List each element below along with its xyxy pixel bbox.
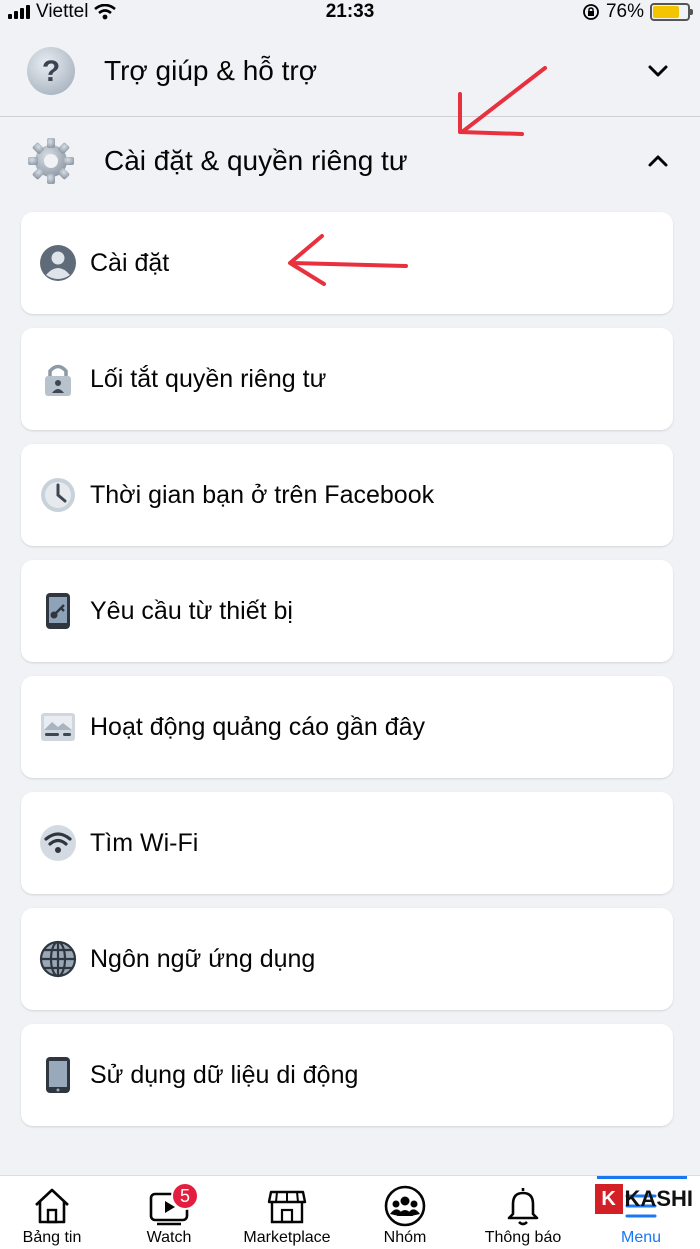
- menu-item-label: Ngôn ngữ ứng dụng: [90, 944, 316, 973]
- profile-icon: [40, 245, 76, 281]
- tab-label: Bảng tin: [22, 1229, 82, 1246]
- svg-text:?: ?: [42, 55, 60, 88]
- mobile-device-icon: [46, 1057, 70, 1093]
- clock-icon: [41, 478, 75, 512]
- chevron-up-icon[interactable]: [646, 149, 670, 173]
- tab-menu[interactable]: K KASHI Menu: [583, 1176, 699, 1249]
- kashi-watermark-logo: K KASHI: [594, 1184, 693, 1214]
- tab-groups[interactable]: Nhóm: [347, 1176, 463, 1249]
- phone-key-icon: [46, 593, 70, 629]
- section-settings-privacy[interactable]: Cài đặt & quyền riêng tư: [0, 117, 700, 205]
- menu-item-label: Tìm Wi-Fi: [90, 828, 199, 857]
- menu-item-settings[interactable]: Cài đặt: [21, 212, 673, 314]
- battery-icon: [650, 3, 693, 21]
- status-right: 76%: [582, 1, 693, 23]
- lock-icon: [45, 364, 71, 396]
- tab-label: Menu: [620, 1229, 662, 1246]
- watermark-letter: K: [594, 1184, 623, 1214]
- home-icon: [35, 1188, 69, 1224]
- menu-item-recent-ad-activity[interactable]: Hoạt động quảng cáo gần đây: [21, 676, 673, 778]
- tab-watch[interactable]: 5 Watch: [111, 1176, 227, 1249]
- gear-icon: [28, 138, 74, 184]
- tab-label: Marketplace: [243, 1229, 331, 1246]
- menu-item-privacy-shortcuts[interactable]: Lối tắt quyền riêng tư: [21, 328, 673, 430]
- tab-label: Nhóm: [383, 1229, 427, 1246]
- ad-activity-icon: [41, 713, 75, 741]
- tab-marketplace[interactable]: Marketplace: [229, 1176, 345, 1249]
- menu-item-label: Lối tắt quyền riêng tư: [90, 364, 327, 393]
- menu-item-mobile-data[interactable]: Sử dụng dữ liệu di động: [21, 1024, 673, 1126]
- section-help-support[interactable]: ? Trợ giúp & hỗ trợ: [0, 27, 700, 115]
- status-bar: Viettel 21:33 76%: [0, 0, 700, 26]
- tab-label: Watch: [146, 1229, 192, 1246]
- groups-icon: [384, 1185, 426, 1227]
- menu-item-label: Sử dụng dữ liệu di động: [90, 1060, 359, 1089]
- menu-item-label: Hoạt động quảng cáo gần đây: [90, 712, 425, 741]
- menu-item-app-language[interactable]: Ngôn ngữ ứng dụng: [21, 908, 673, 1010]
- bottom-tab-bar: Bảng tin 5 Watch Marketplace Nhóm Thông …: [0, 1175, 700, 1249]
- bell-icon: [507, 1188, 539, 1226]
- tab-notifications[interactable]: Thông báo: [465, 1176, 581, 1249]
- store-icon: [267, 1190, 307, 1224]
- watermark-text: KASHI: [624, 1186, 693, 1211]
- rotation-lock-icon: [583, 4, 599, 20]
- menu-item-label: Cài đặt: [90, 248, 170, 277]
- wifi-icon: [40, 825, 76, 861]
- globe-icon: [39, 940, 77, 978]
- tab-news-feed[interactable]: Bảng tin: [0, 1176, 110, 1249]
- menu-item-time-on-facebook[interactable]: Thời gian bạn ở trên Facebook: [21, 444, 673, 546]
- menu-item-label: Thời gian bạn ở trên Facebook: [90, 480, 435, 509]
- battery-percent: 76%: [605, 1, 644, 22]
- question-icon: ?: [27, 47, 75, 95]
- menu-item-device-requests[interactable]: Yêu cầu từ thiết bị: [21, 560, 673, 662]
- tab-label: Thông báo: [484, 1229, 562, 1246]
- menu-item-find-wifi[interactable]: Tìm Wi-Fi: [21, 792, 673, 894]
- section-settings-title: Cài đặt & quyền riêng tư: [104, 145, 408, 176]
- menu-item-label: Yêu cầu từ thiết bị: [90, 596, 293, 625]
- notification-badge: 5: [171, 1182, 199, 1210]
- section-help-title: Trợ giúp & hỗ trợ: [104, 55, 318, 86]
- chevron-down-icon[interactable]: [646, 59, 670, 83]
